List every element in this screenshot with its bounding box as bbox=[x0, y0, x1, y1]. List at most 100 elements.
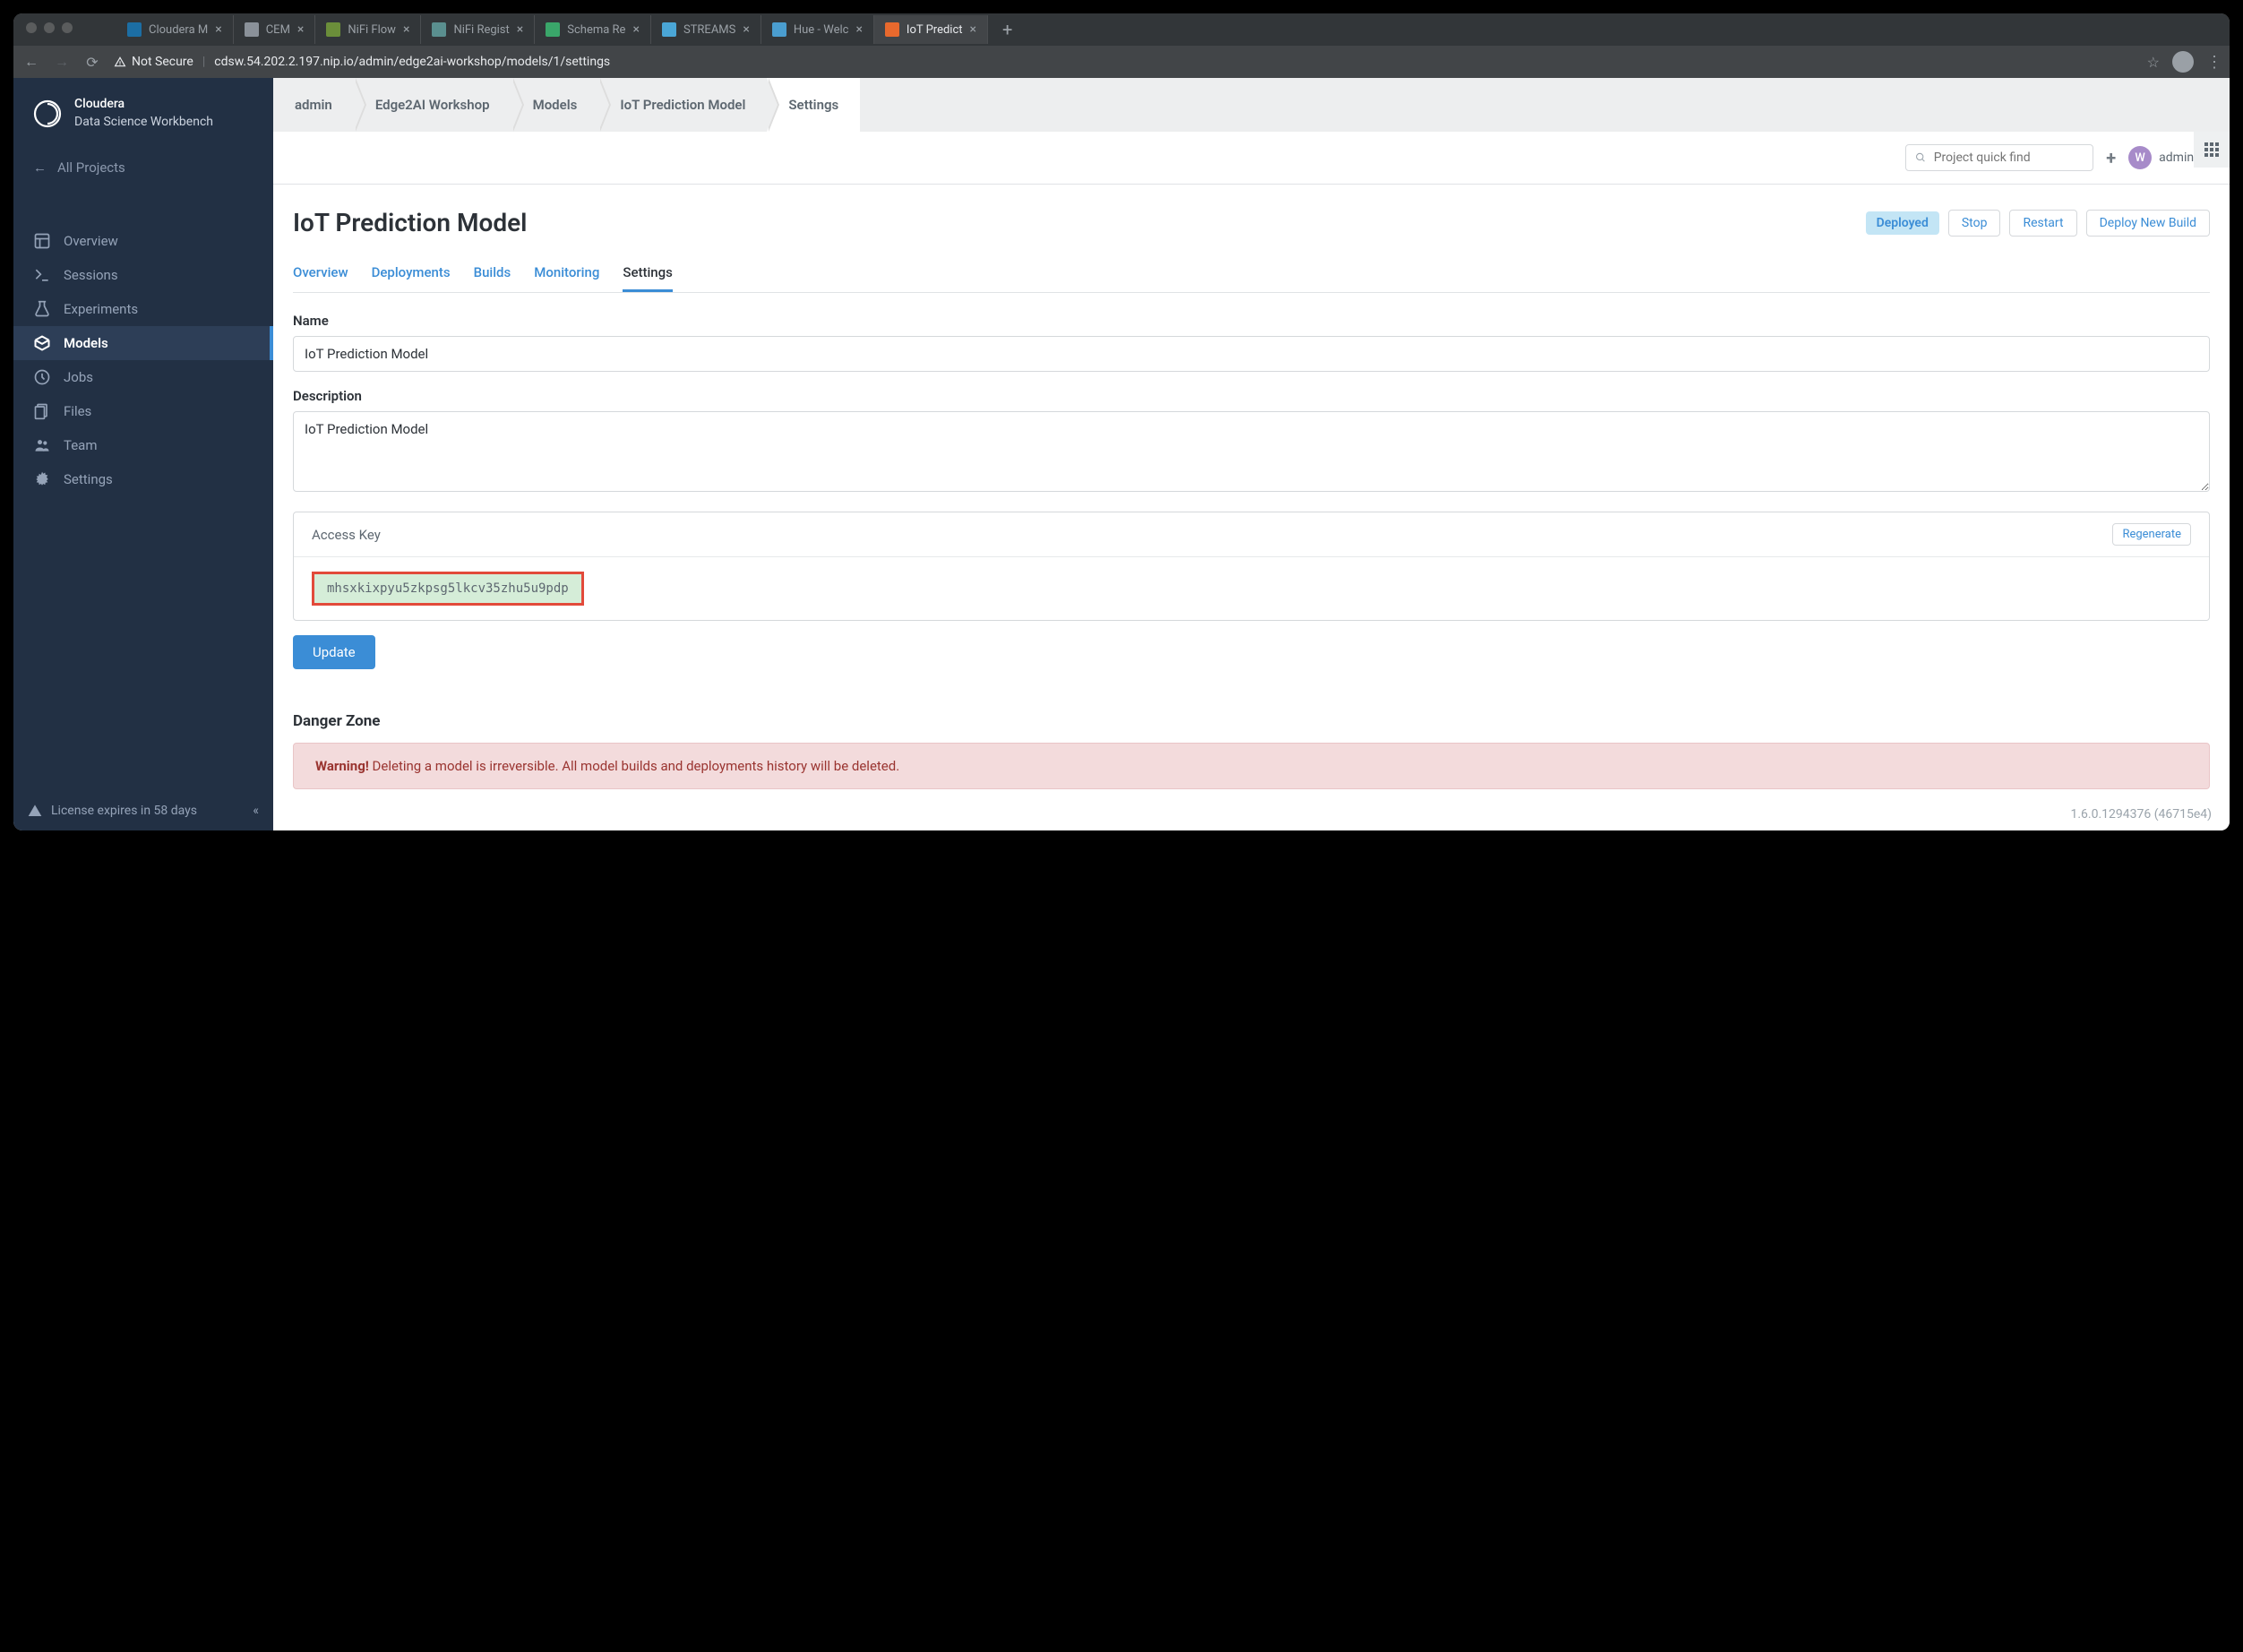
main-area: adminEdge2AI WorkshopModelsIoT Predictio… bbox=[273, 78, 2230, 830]
maximize-dot[interactable] bbox=[62, 22, 73, 33]
warning-icon bbox=[114, 56, 126, 68]
description-textarea[interactable] bbox=[293, 411, 2210, 492]
browser-tab[interactable]: Cloudera M× bbox=[116, 15, 234, 44]
experiments-icon bbox=[33, 300, 51, 318]
breadcrumb-row: adminEdge2AI WorkshopModelsIoT Predictio… bbox=[273, 78, 2230, 132]
add-button[interactable]: + bbox=[2106, 147, 2116, 168]
content: IoT Prediction Model Deployed Stop Resta… bbox=[273, 185, 2230, 798]
browser-tabbar: Cloudera M×CEM×NiFi Flow×NiFi Regist×Sch… bbox=[13, 13, 2230, 46]
sidebar-item-label: Files bbox=[64, 403, 91, 419]
sidebar-item-settings[interactable]: Settings bbox=[13, 462, 273, 496]
profile-button[interactable] bbox=[2172, 51, 2194, 73]
team-icon bbox=[33, 436, 51, 454]
collapse-sidebar-icon[interactable]: « bbox=[253, 804, 259, 818]
close-tab-icon[interactable]: × bbox=[517, 22, 523, 37]
app-container: Cloudera Data Science Workbench ← All Pr… bbox=[13, 78, 2230, 830]
sidebar-item-sessions[interactable]: Sessions bbox=[13, 258, 273, 292]
not-secure-indicator: Not Secure bbox=[114, 55, 193, 69]
page-title: IoT Prediction Model bbox=[293, 208, 1857, 237]
minimize-dot[interactable] bbox=[44, 22, 55, 33]
close-tab-icon[interactable]: × bbox=[297, 22, 304, 37]
breadcrumb-item[interactable]: IoT Prediction Model bbox=[598, 78, 767, 132]
forward-button[interactable]: → bbox=[53, 53, 71, 71]
user-avatar: W bbox=[2128, 146, 2152, 169]
tab-monitoring[interactable]: Monitoring bbox=[534, 255, 599, 292]
sidebar-item-experiments[interactable]: Experiments bbox=[13, 292, 273, 326]
description-label: Description bbox=[293, 388, 2210, 404]
brand-line2: Data Science Workbench bbox=[74, 114, 213, 132]
tab-title: Hue - Welc bbox=[794, 23, 849, 37]
browser-tab[interactable]: IoT Predict × bbox=[874, 15, 988, 44]
breadcrumb-item[interactable]: admin bbox=[273, 78, 354, 132]
title-row: IoT Prediction Model Deployed Stop Resta… bbox=[293, 208, 2210, 237]
browser-tab[interactable]: Schema Re× bbox=[535, 15, 651, 44]
sidebar-item-team[interactable]: Team bbox=[13, 428, 273, 462]
favicon bbox=[127, 22, 142, 37]
reload-button[interactable]: ⟳ bbox=[83, 54, 101, 71]
breadcrumb-item[interactable]: Models bbox=[511, 78, 599, 132]
browser-tab[interactable]: NiFi Flow× bbox=[315, 15, 421, 44]
close-dot[interactable] bbox=[26, 22, 37, 33]
back-arrow-icon: ← bbox=[33, 159, 47, 176]
brand: Cloudera Data Science Workbench bbox=[13, 78, 273, 149]
favicon bbox=[245, 22, 259, 37]
update-button[interactable]: Update bbox=[293, 635, 375, 669]
access-key-box: Access Key Regenerate mhsxkixpyu5zkpsg5l… bbox=[293, 512, 2210, 621]
access-key-header: Access Key Regenerate bbox=[294, 512, 2209, 557]
all-projects-label: All Projects bbox=[57, 159, 125, 176]
url-separator: | bbox=[202, 55, 205, 69]
regenerate-button[interactable]: Regenerate bbox=[2112, 523, 2191, 546]
jobs-icon bbox=[33, 368, 51, 386]
sidebar-item-models[interactable]: Models bbox=[13, 326, 273, 360]
favicon bbox=[772, 22, 786, 37]
browser-tab[interactable]: CEM × bbox=[234, 15, 316, 44]
browser-window: Cloudera M×CEM×NiFi Flow×NiFi Regist×Sch… bbox=[13, 13, 2230, 830]
sidebar-item-overview[interactable]: Overview bbox=[13, 224, 273, 258]
project-search-input[interactable] bbox=[1934, 151, 2084, 165]
topbar: + W admin ▼ bbox=[273, 132, 2230, 185]
close-tab-icon[interactable]: × bbox=[632, 22, 639, 37]
not-secure-label: Not Secure bbox=[132, 55, 193, 69]
new-tab-button[interactable]: + bbox=[988, 19, 1027, 40]
browser-addressbar: ← → ⟳ Not Secure | cdsw.54.202.2.197.nip… bbox=[13, 46, 2230, 78]
tab-deployments[interactable]: Deployments bbox=[372, 255, 451, 292]
browser-tab[interactable]: STREAMS× bbox=[651, 15, 761, 44]
warning-box: Warning! Deleting a model is irreversibl… bbox=[293, 743, 2210, 789]
close-tab-icon[interactable]: × bbox=[743, 22, 749, 37]
browser-tab[interactable]: NiFi Regist× bbox=[421, 15, 535, 44]
sidebar-item-jobs[interactable]: Jobs bbox=[13, 360, 273, 394]
sidebar-item-label: Experiments bbox=[64, 301, 138, 317]
name-input[interactable] bbox=[293, 336, 2210, 372]
sidebar-item-files[interactable]: Files bbox=[13, 394, 273, 428]
stop-button[interactable]: Stop bbox=[1948, 210, 2001, 237]
deploy-new-build-button[interactable]: Deploy New Build bbox=[2086, 210, 2210, 237]
back-button[interactable]: ← bbox=[22, 53, 40, 71]
favicon bbox=[326, 22, 340, 37]
browser-menu-button[interactable]: ⋮ bbox=[2206, 53, 2221, 72]
restart-button[interactable]: Restart bbox=[2009, 210, 2076, 237]
favicon bbox=[662, 22, 676, 37]
bookmark-button[interactable]: ☆ bbox=[2147, 54, 2160, 71]
tab-builds[interactable]: Builds bbox=[474, 255, 511, 292]
browser-tab[interactable]: Hue - Welc × bbox=[761, 15, 874, 44]
breadcrumb-item: Settings bbox=[767, 78, 860, 132]
user-name: admin bbox=[2159, 151, 2194, 165]
files-icon bbox=[33, 402, 51, 420]
access-key-label: Access Key bbox=[312, 527, 381, 543]
project-search[interactable] bbox=[1905, 144, 2093, 171]
all-projects-link[interactable]: ← All Projects bbox=[13, 149, 273, 186]
close-tab-icon[interactable]: × bbox=[970, 22, 976, 37]
apps-grid-button[interactable] bbox=[2194, 132, 2230, 168]
close-tab-icon[interactable]: × bbox=[855, 22, 862, 37]
url-field[interactable]: Not Secure | cdsw.54.202.2.197.nip.io/ad… bbox=[114, 55, 2135, 69]
danger-zone-header: Danger Zone bbox=[293, 712, 2210, 730]
tab-overview[interactable]: Overview bbox=[293, 255, 348, 292]
close-tab-icon[interactable]: × bbox=[215, 22, 221, 37]
license-footer: License expires in 58 days « bbox=[13, 791, 273, 830]
grid-icon bbox=[2204, 142, 2219, 157]
tab-title: IoT Predict bbox=[907, 23, 963, 37]
tab-title: CEM bbox=[266, 23, 290, 37]
close-tab-icon[interactable]: × bbox=[403, 22, 409, 37]
breadcrumb-item[interactable]: Edge2AI Workshop bbox=[354, 78, 511, 132]
tab-settings[interactable]: Settings bbox=[623, 255, 673, 292]
